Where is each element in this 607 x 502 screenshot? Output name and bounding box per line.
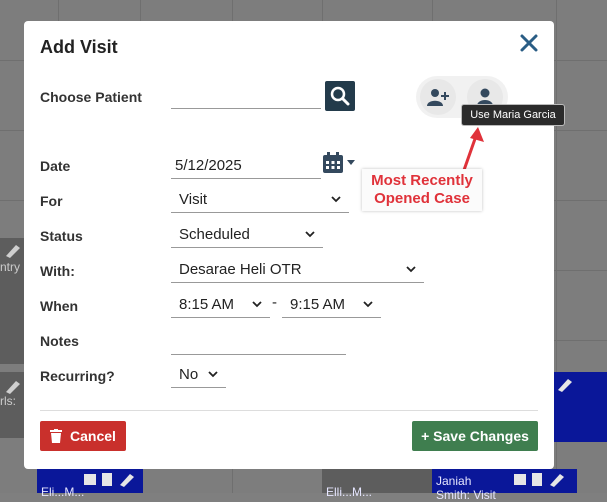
annotation-arrow (455, 127, 484, 191)
annotation-line-2: Opened Case (374, 190, 470, 207)
annotation-line-1: Most Recently (371, 172, 473, 189)
annotation-callout: Most Recently Opened Case (362, 169, 482, 211)
